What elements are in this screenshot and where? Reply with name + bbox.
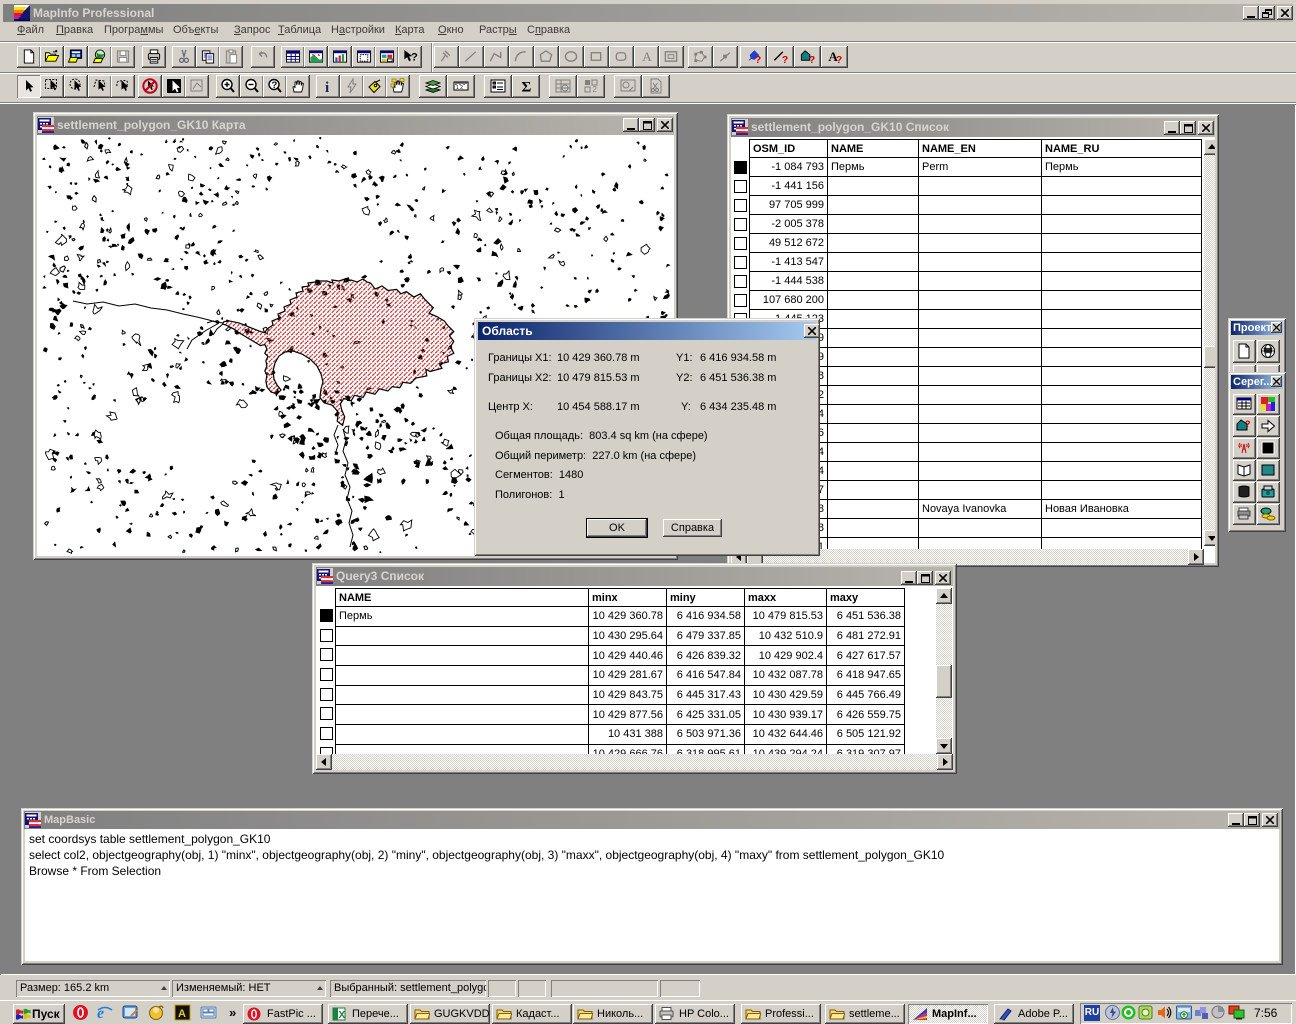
svg-text:?: ? [836,55,842,64]
svg-text:X: X [339,1010,346,1021]
svg-text:?: ? [1245,419,1251,429]
svg-text:i: i [325,80,329,94]
svg-text:A: A [642,49,652,64]
svg-text:?: ? [272,80,278,91]
svg-text:?: ? [755,55,761,64]
svg-text:1 2: 1 2 [456,85,463,91]
svg-text:А: А [178,1008,186,1020]
svg-text:?: ? [411,51,418,63]
svg-text:?: ? [782,55,788,64]
svg-text:?: ? [809,55,815,64]
svg-text:2: 2 [593,85,598,94]
svg-text:Σ: Σ [522,80,532,95]
